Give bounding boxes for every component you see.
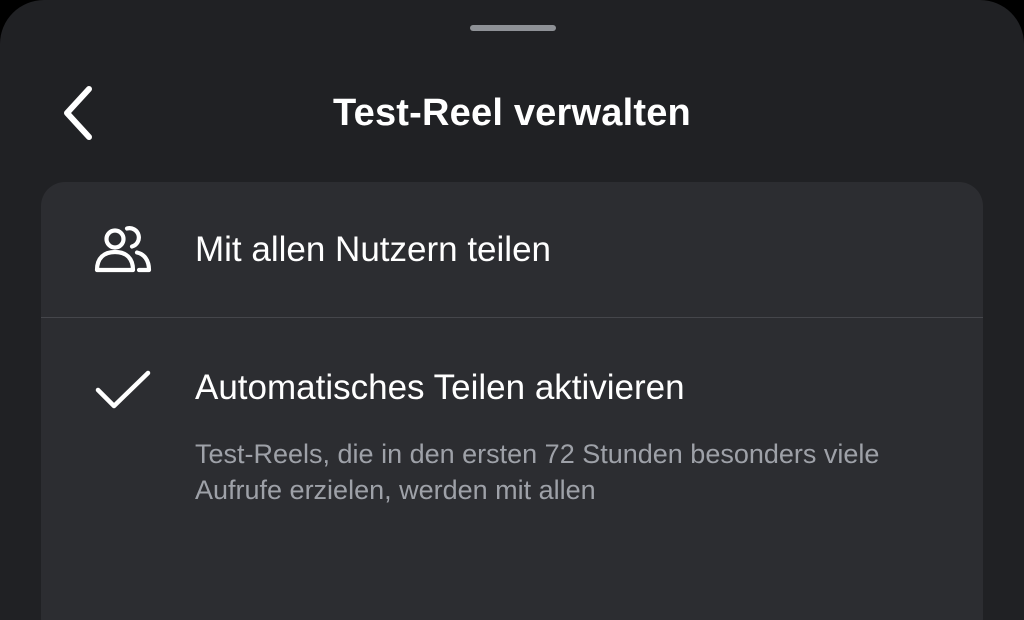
options-card: Mit allen Nutzern teilen Automatisches T… [41, 182, 983, 620]
share-with-all-users-label: Mit allen Nutzern teilen [195, 230, 551, 269]
users-icon [91, 220, 155, 280]
chevron-left-icon [60, 85, 96, 141]
auto-share-description: Test-Reels, die in den ersten 72 Stunden… [195, 439, 880, 505]
auto-share-option[interactable]: Automatisches Teilen aktivieren Test-Ree… [41, 318, 983, 620]
back-button[interactable] [46, 78, 110, 148]
sheet-grabber-handle[interactable] [470, 25, 556, 31]
page-title: Test-Reel verwalten [333, 92, 691, 134]
bottom-sheet: Test-Reel verwalten Mit allen Nutzern te… [0, 0, 1024, 620]
share-with-all-users-option[interactable]: Mit allen Nutzern teilen [41, 182, 983, 317]
checkmark-icon [91, 362, 155, 418]
auto-share-label: Automatisches Teilen aktivieren [195, 368, 685, 407]
